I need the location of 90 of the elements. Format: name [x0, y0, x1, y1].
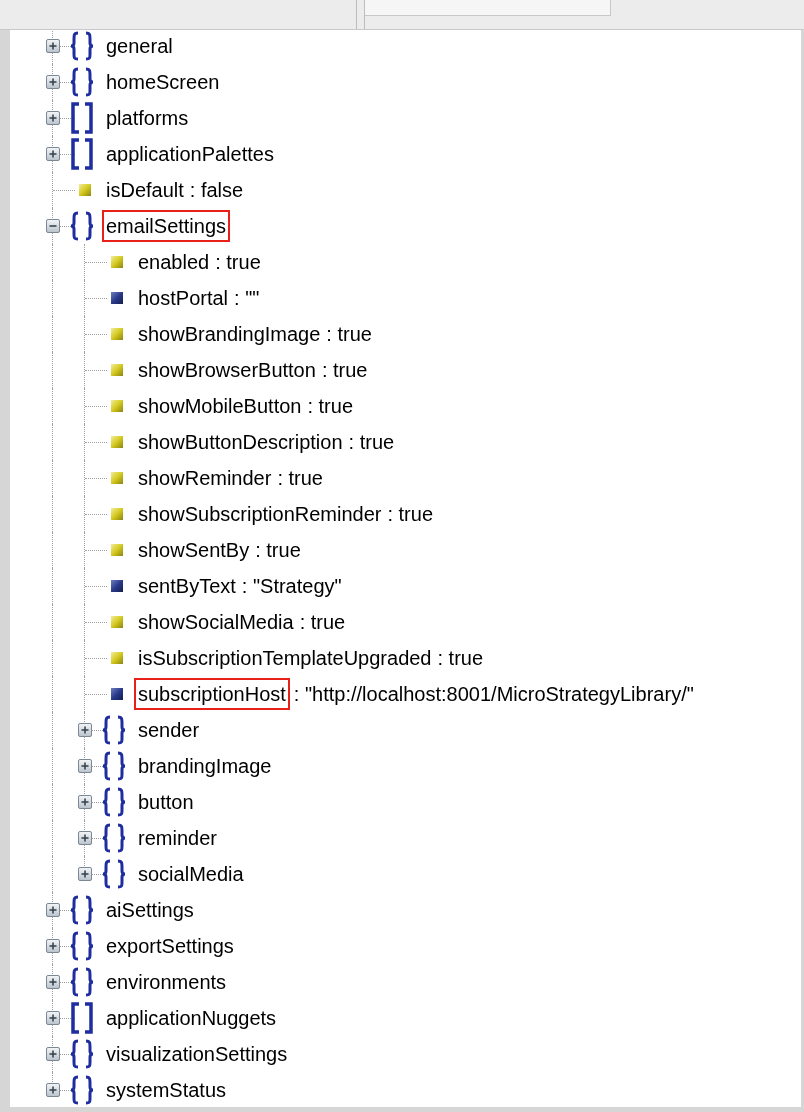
- square-icon: [79, 184, 91, 196]
- node-label[interactable]: brandingImage: [136, 751, 274, 781]
- braces-icon: [70, 67, 94, 97]
- node-label[interactable]: showMobileButton: [136, 391, 304, 421]
- node-label[interactable]: reminder: [136, 823, 219, 853]
- node-label[interactable]: sentByText: [136, 571, 238, 601]
- square-icon: [111, 436, 123, 448]
- expand-icon[interactable]: [46, 1047, 60, 1061]
- expand-icon[interactable]: [46, 75, 60, 89]
- square-icon: [111, 364, 123, 376]
- node-label[interactable]: applicationNuggets: [104, 1003, 279, 1033]
- node-label[interactable]: emailSettings: [102, 210, 231, 242]
- braces-icon: [102, 751, 126, 781]
- square-icon: [111, 652, 123, 664]
- node-label[interactable]: environments: [104, 967, 229, 997]
- node-label[interactable]: isSubscriptionTemplateUpgraded: [136, 643, 434, 673]
- node-value: : "": [234, 286, 260, 311]
- square-icon: [111, 256, 123, 268]
- node-label[interactable]: subscriptionHost: [134, 678, 290, 710]
- node-label[interactable]: aiSettings: [104, 895, 196, 925]
- braces-icon: [70, 967, 94, 997]
- braces-icon: [70, 211, 94, 241]
- braces-icon: [70, 1075, 94, 1105]
- node-value: : true: [321, 358, 368, 383]
- node-value: : true: [307, 394, 353, 419]
- braces-icon: [102, 715, 126, 745]
- node-label[interactable]: showSentBy: [136, 535, 252, 565]
- node-value: : "http://localhost:8001/MicroStrategyLibrary/": [293, 682, 694, 707]
- node-label[interactable]: showButtonDescription: [136, 427, 345, 457]
- expand-icon[interactable]: [46, 975, 60, 989]
- node-value: : true: [437, 646, 484, 671]
- node-value: : true: [348, 430, 395, 455]
- node-value: : true: [299, 610, 346, 635]
- node-label[interactable]: isDefault: [104, 175, 186, 205]
- expand-icon[interactable]: [46, 903, 60, 917]
- node-value: : true: [215, 250, 261, 275]
- node-label[interactable]: applicationPalettes: [104, 139, 276, 169]
- expand-icon[interactable]: [46, 39, 60, 53]
- square-icon: [111, 292, 123, 304]
- node-label[interactable]: visualizationSettings: [104, 1039, 290, 1069]
- square-icon: [111, 400, 123, 412]
- expand-icon[interactable]: [78, 795, 92, 809]
- expand-icon[interactable]: [46, 111, 60, 125]
- expand-icon[interactable]: [46, 1011, 60, 1025]
- brackets-icon: [70, 1002, 94, 1034]
- node-label[interactable]: showSubscriptionReminder: [136, 499, 384, 529]
- square-icon: [111, 508, 123, 520]
- node-label[interactable]: exportSettings: [104, 931, 236, 961]
- node-label[interactable]: general: [104, 31, 175, 61]
- node-label[interactable]: systemStatus: [104, 1075, 229, 1105]
- expand-icon[interactable]: [46, 147, 60, 161]
- square-icon: [111, 328, 123, 340]
- square-icon: [111, 544, 123, 556]
- node-value: : true: [277, 466, 323, 491]
- node-value: : false: [189, 178, 244, 203]
- braces-icon: [102, 859, 126, 889]
- node-label[interactable]: showReminder: [136, 463, 274, 493]
- node-label[interactable]: enabled: [136, 247, 212, 277]
- expand-icon[interactable]: [78, 831, 92, 845]
- node-value: : "Strategy": [241, 574, 342, 599]
- brackets-icon: [70, 102, 94, 134]
- node-label[interactable]: button: [136, 787, 196, 817]
- brackets-icon: [70, 138, 94, 170]
- braces-icon: [70, 31, 94, 61]
- node-label[interactable]: showSocialMedia: [136, 607, 296, 637]
- node-value: : true: [387, 502, 434, 527]
- braces-icon: [102, 823, 126, 853]
- node-label[interactable]: socialMedia: [136, 859, 246, 889]
- square-icon: [111, 580, 123, 592]
- square-icon: [111, 688, 123, 700]
- braces-icon: [70, 895, 94, 925]
- expand-icon[interactable]: [78, 723, 92, 737]
- braces-icon: [102, 787, 126, 817]
- braces-icon: [70, 1039, 94, 1069]
- expand-icon[interactable]: [78, 759, 92, 773]
- node-label[interactable]: showBrowserButton: [136, 355, 318, 385]
- node-value: : true: [326, 322, 372, 347]
- node-label[interactable]: sender: [136, 715, 202, 745]
- square-icon: [111, 472, 123, 484]
- braces-icon: [70, 931, 94, 961]
- node-label[interactable]: hostPortal: [136, 283, 231, 313]
- expand-icon[interactable]: [46, 1083, 60, 1097]
- square-icon: [111, 616, 123, 628]
- node-label[interactable]: homeScreen: [104, 67, 222, 97]
- collapse-icon[interactable]: [46, 219, 60, 233]
- expand-icon[interactable]: [46, 939, 60, 953]
- node-label[interactable]: platforms: [104, 103, 191, 133]
- expand-icon[interactable]: [78, 867, 92, 881]
- node-label[interactable]: showBrandingImage: [136, 319, 323, 349]
- node-value: : true: [255, 538, 301, 563]
